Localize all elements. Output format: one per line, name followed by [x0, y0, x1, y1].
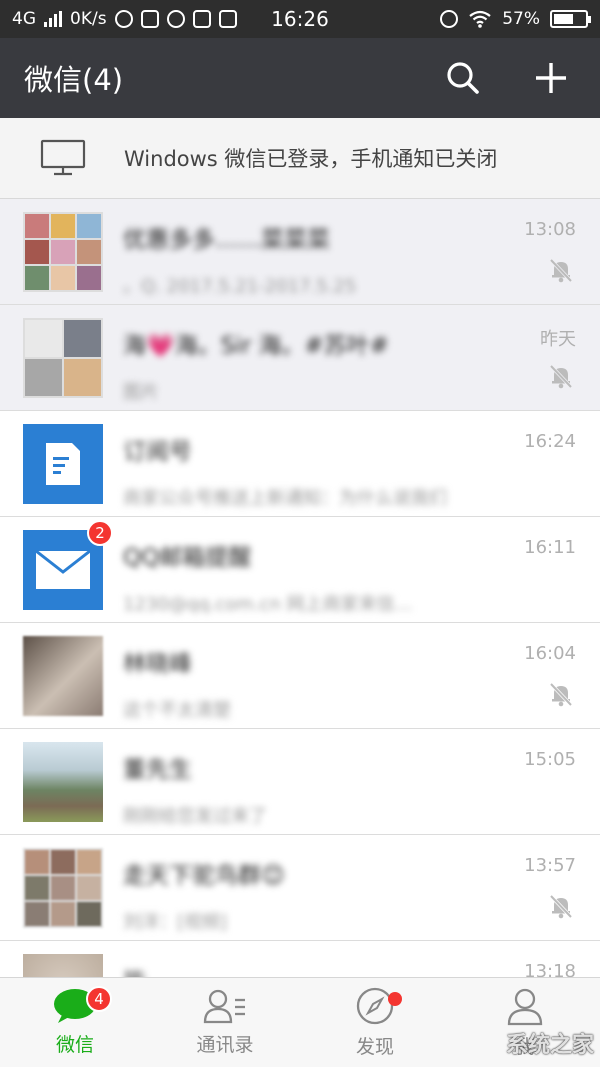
subscription-avatar	[23, 424, 103, 504]
group-avatar	[23, 318, 103, 398]
watermark: 系统之家	[505, 1033, 594, 1058]
chat-name: 海💗海。Sir 海。#苏叶#	[123, 333, 389, 359]
chat-item[interactable]: 优惠多多……菜菜菜 。Q. 2017.5.21-2017.5.25 13:08	[0, 199, 600, 305]
tab-contacts[interactable]: 通讯录	[150, 978, 300, 1067]
message-icon	[166, 10, 185, 28]
mail-icon	[218, 10, 237, 28]
chat-item[interactable]: 海💗海。Sir 海。#苏叶# 图片 昨天	[0, 305, 600, 411]
network-speed: 0K/s	[70, 9, 107, 29]
person-icon	[507, 988, 543, 1026]
compass-icon	[356, 987, 394, 1025]
new-dot	[388, 992, 402, 1006]
chat-time: 15:05	[524, 749, 576, 770]
chat-body: 海💗海。Sir 海。#苏叶# 图片	[123, 318, 600, 404]
chat-preview: 商家公众号推送上新通知：为什么说我们	[123, 488, 447, 509]
mute-bell-icon	[549, 894, 573, 919]
search-icon	[447, 62, 479, 94]
search-button[interactable]	[438, 53, 488, 103]
chat-item[interactable]: 2 QQ邮箱提醒 1230@qq.com.cn 网上商家来信… 16:11	[0, 517, 600, 623]
contacts-icon	[203, 989, 245, 1024]
alarm-icon	[440, 10, 459, 28]
chat-preview: 刚刚给您发过来了	[123, 806, 267, 827]
chat-preview: 图片	[123, 382, 159, 403]
plus-icon	[536, 63, 566, 93]
add-button[interactable]	[526, 53, 576, 103]
signal-icon	[44, 11, 62, 27]
chat-item[interactable]: 董先生 刚刚给您发过来了 15:05	[0, 729, 600, 835]
network-type: 4G	[12, 9, 36, 29]
unread-badge: 2	[87, 520, 113, 546]
status-bar: 4G 0K/s 16:26 57%	[0, 0, 600, 38]
chat-preview: 1230@qq.com.cn 网上商家来信…	[123, 594, 413, 615]
group-avatar	[23, 848, 103, 928]
tab-chats[interactable]: 4 微信	[0, 978, 150, 1067]
avatar	[23, 636, 103, 716]
tab-label: 微信	[55, 1034, 94, 1056]
monitor-icon	[40, 139, 86, 176]
chat-item[interactable]: 订阅号 商家公众号推送上新通知：为什么说我们 16:24	[0, 411, 600, 517]
chat-time: 13:08	[524, 219, 576, 240]
desktop-login-banner[interactable]: Windows 微信已登录，手机通知已关闭	[0, 118, 600, 199]
chat-time: 16:11	[524, 537, 576, 558]
notification-icon	[140, 10, 159, 28]
chat-item[interactable]: 林晓峰 这个不太清楚 16:04	[0, 623, 600, 729]
envelope-icon	[35, 550, 91, 589]
tab-label: 通讯录	[196, 1034, 254, 1056]
app-icon	[192, 10, 211, 28]
chat-time: 16:04	[524, 643, 576, 664]
document-icon	[46, 443, 80, 485]
chat-time: 16:24	[524, 431, 576, 452]
chat-item[interactable]: 毕 13:18	[0, 941, 600, 977]
chat-time: 昨天	[540, 329, 576, 350]
mute-bell-icon	[549, 258, 573, 283]
avatar	[23, 742, 103, 822]
battery-icon	[550, 10, 591, 28]
avatar	[23, 954, 103, 977]
wifi-icon	[469, 10, 491, 28]
chat-preview: 。Q. 2017.5.21-2017.5.25	[123, 276, 357, 297]
mute-bell-icon	[549, 682, 573, 707]
tab-bar: 4 微信 通讯录 发现 我 系统之家	[0, 977, 600, 1067]
unread-badge: 4	[86, 986, 112, 1012]
chat-time: 13:18	[524, 961, 576, 977]
status-left: 4G 0K/s	[12, 9, 440, 29]
group-avatar	[23, 212, 103, 292]
chat-list: 优惠多多……菜菜菜 。Q. 2017.5.21-2017.5.25 13:08 …	[0, 199, 600, 977]
tab-discover[interactable]: 发现	[300, 978, 450, 1067]
chat-preview: 这个不太清楚	[123, 700, 231, 721]
chat-preview: 刘洋：[视频]	[123, 912, 228, 933]
status-right: 57%	[440, 9, 591, 29]
chat-item[interactable]: 走天下驼鸟群😊 刘洋：[视频] 13:57	[0, 835, 600, 941]
mail-avatar: 2	[23, 520, 113, 610]
tab-label: 发现	[355, 1036, 394, 1058]
page-title: 微信(4)	[24, 63, 124, 97]
chat-time: 13:57	[524, 855, 576, 876]
title-bar: 微信(4)	[0, 38, 600, 118]
battery-percent: 57%	[502, 9, 540, 29]
qq-icon	[114, 10, 133, 28]
banner-text: Windows 微信已登录，手机通知已关闭	[124, 147, 498, 171]
mute-bell-icon	[549, 364, 573, 389]
